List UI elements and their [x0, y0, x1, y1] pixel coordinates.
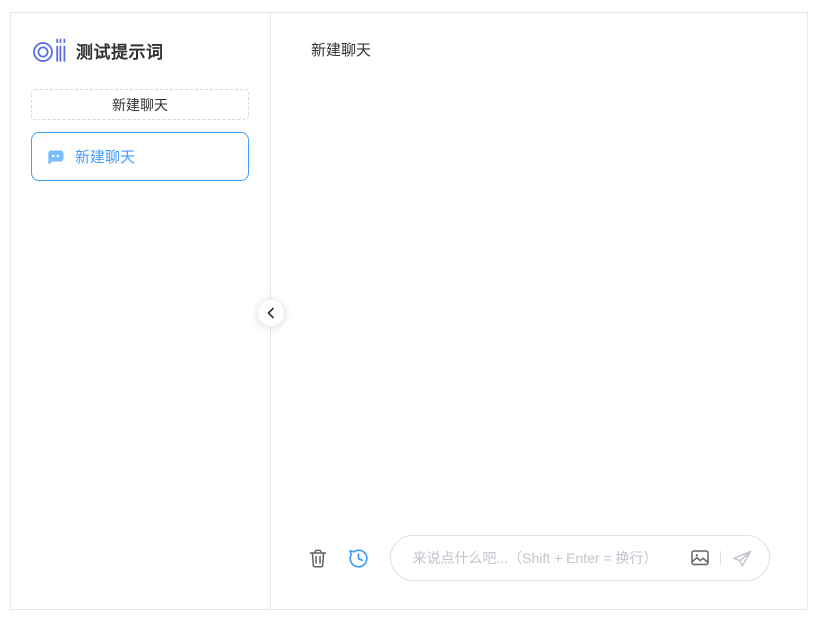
- message-input-container: [390, 535, 770, 581]
- history-button[interactable]: [348, 548, 369, 569]
- app-title: 测试提示词: [76, 38, 164, 63]
- image-icon: [691, 550, 709, 566]
- trash-icon: [309, 548, 327, 568]
- collapse-sidebar-button[interactable]: [257, 299, 285, 327]
- chat-bubble-icon: [46, 148, 65, 166]
- clear-chat-button[interactable]: [309, 548, 327, 568]
- brand: 测试提示词: [33, 37, 250, 63]
- composer-divider: [720, 551, 721, 565]
- send-button[interactable]: [732, 549, 752, 568]
- app-window: 测试提示词 新建聊天 新建聊天 新建聊天: [10, 12, 808, 610]
- conversation-item-selected[interactable]: 新建聊天: [31, 132, 249, 181]
- upload-image-button[interactable]: [691, 550, 709, 566]
- chat-pane-title: 新建聊天: [311, 39, 371, 60]
- history-clock-icon: [348, 548, 369, 569]
- conversation-item-label: 新建聊天: [75, 146, 135, 167]
- sidebar: 测试提示词 新建聊天 新建聊天: [11, 13, 271, 609]
- send-plane-icon: [732, 549, 752, 568]
- new-chat-button[interactable]: 新建聊天: [31, 89, 249, 120]
- chat-pane: 新建聊天: [271, 13, 807, 609]
- chevron-left-icon: [265, 306, 277, 320]
- message-input[interactable]: [413, 550, 680, 566]
- ai-logo-icon: [33, 37, 67, 63]
- composer-bar: [271, 535, 807, 581]
